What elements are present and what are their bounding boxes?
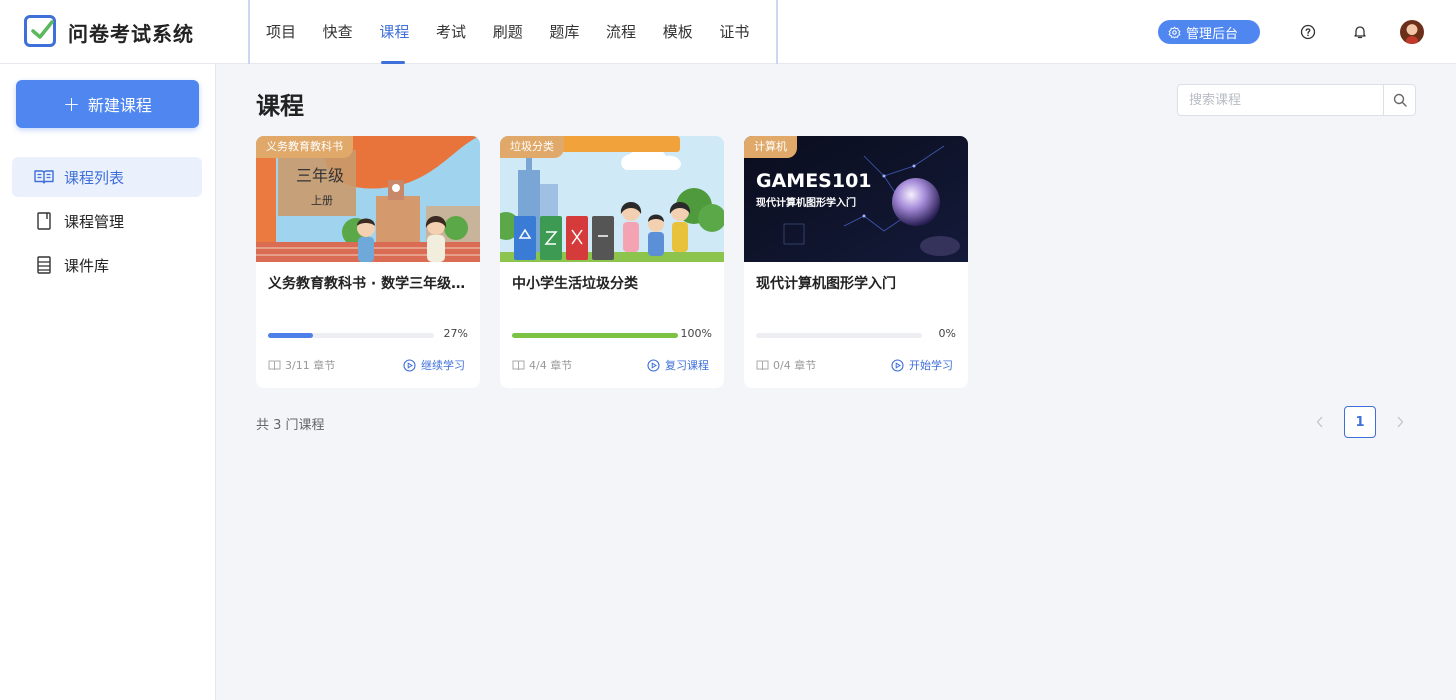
sidebar-item-label: 课程管理 xyxy=(64,212,125,231)
admin-console-label: 管理后台 xyxy=(1186,26,1239,42)
chevron-left-icon xyxy=(1316,416,1323,428)
open-book-icon xyxy=(34,170,54,184)
play-circle-icon xyxy=(403,358,416,372)
course-card[interactable]: GAMES101 现代计算机图形学入门 计算机 现代计算机图形学入门 0% 0/… xyxy=(744,136,968,388)
app-logo-checkbox-icon xyxy=(24,15,56,47)
nav-item-courses[interactable]: 课程 xyxy=(379,0,436,64)
review-course-button[interactable]: 复习课程 xyxy=(647,357,709,373)
chapter-count: 0/4 章节 xyxy=(756,357,816,373)
nav-item-projects[interactable]: 项目 xyxy=(266,0,323,64)
sidebar-item-courseware-library[interactable]: 课件库 xyxy=(12,245,202,285)
top-nav: 项目 快查 课程 考试 刷题 题库 流程 模板 证书 xyxy=(248,0,778,64)
help-icon[interactable] xyxy=(1298,22,1318,42)
book-icon xyxy=(756,360,769,370)
course-search xyxy=(1177,84,1416,116)
course-title: 现代计算机图形学入门 xyxy=(756,276,896,292)
progress-text: 0% xyxy=(938,327,956,340)
course-tag: 计算机 xyxy=(744,136,797,158)
chapter-count-text: 4/4 章节 xyxy=(529,359,573,372)
nav-item-certificates[interactable]: 证书 xyxy=(719,0,776,64)
new-course-button[interactable]: + 新建课程 xyxy=(16,80,199,128)
play-circle-icon xyxy=(891,358,904,372)
cover-text: 上册 xyxy=(311,194,333,207)
nav-item-practice[interactable]: 刷题 xyxy=(493,0,550,64)
user-avatar[interactable] xyxy=(1400,20,1424,44)
gear-icon xyxy=(1168,26,1181,38)
cover-text: GAMES101 xyxy=(756,170,872,192)
plus-icon: + xyxy=(63,92,80,116)
chapter-count-text: 3/11 章节 xyxy=(285,359,336,372)
course-total-count: 共 3 门课程 xyxy=(256,418,325,433)
search-icon xyxy=(1393,93,1407,107)
course-cover-image: GAMES101 现代计算机图形学入门 计算机 xyxy=(744,136,968,262)
sidebar-item-label: 课件库 xyxy=(64,256,110,275)
course-card[interactable]: 垃圾分类 中小学生活垃圾分类 100% 4/4 章节 复习课程 xyxy=(500,136,724,388)
course-title: 中小学生活垃圾分类 xyxy=(512,276,638,292)
chapter-count: 3/11 章节 xyxy=(268,357,335,373)
top-header: 问卷考试系统 项目 快查 课程 考试 刷题 题库 流程 模板 证书 管理后台 xyxy=(0,0,1456,64)
bell-icon[interactable] xyxy=(1350,22,1370,42)
document-list-icon xyxy=(37,256,51,274)
sidebar-item-course-management[interactable]: 课程管理 xyxy=(12,201,202,241)
play-circle-icon xyxy=(647,358,660,372)
cover-text: 三年级 xyxy=(296,166,345,185)
page-title: 课程 xyxy=(256,92,304,120)
book-icon xyxy=(512,360,525,370)
admin-console-button[interactable]: 管理后台 xyxy=(1158,20,1260,44)
progress-bar xyxy=(756,333,922,338)
continue-learning-button[interactable]: 继续学习 xyxy=(403,357,465,373)
start-learning-button[interactable]: 开始学习 xyxy=(891,357,953,373)
sidebar-item-course-list[interactable]: 课程列表 xyxy=(12,157,202,197)
progress-text: 27% xyxy=(443,327,468,340)
new-course-label: 新建课程 xyxy=(87,96,152,115)
book-icon xyxy=(268,360,281,370)
chevron-right-icon xyxy=(1397,416,1404,428)
nav-item-quick-check[interactable]: 快查 xyxy=(323,0,380,64)
action-label: 复习课程 xyxy=(665,359,709,372)
progress-fill xyxy=(512,333,678,338)
sidebar: + 新建课程 课程列表 课程管理 课件库 xyxy=(0,64,216,700)
nav-item-templates[interactable]: 模板 xyxy=(663,0,720,64)
action-label: 继续学习 xyxy=(421,359,465,372)
progress-text: 100% xyxy=(680,327,712,340)
course-tag: 义务教育教科书 xyxy=(256,136,353,158)
search-input[interactable] xyxy=(1178,85,1383,115)
notebook-icon xyxy=(37,212,51,230)
course-cover-image: 三年级 上册 义务教育教科书 xyxy=(256,136,480,262)
progress-bar xyxy=(268,333,434,338)
cover-text: 现代计算机图形学入门 xyxy=(756,198,856,209)
chapter-count: 4/4 章节 xyxy=(512,357,572,373)
course-title: 义务教育教科书 · 数学三年级上册 xyxy=(268,276,468,292)
app-title: 问卷考试系统 xyxy=(68,22,194,46)
pagination-prev-button[interactable] xyxy=(1304,406,1336,438)
action-label: 开始学习 xyxy=(909,359,953,372)
progress-bar xyxy=(512,333,678,338)
nav-item-question-bank[interactable]: 题库 xyxy=(549,0,606,64)
progress-fill xyxy=(268,333,313,338)
search-button[interactable] xyxy=(1383,85,1415,115)
course-card[interactable]: 三年级 上册 义务教育教科书 义务教育教科书 · 数学三年级上册 27% 3/1… xyxy=(256,136,480,388)
nav-item-workflow[interactable]: 流程 xyxy=(606,0,663,64)
pagination-page-1[interactable]: 1 xyxy=(1344,406,1376,438)
course-tag: 垃圾分类 xyxy=(500,136,564,158)
nav-item-exams[interactable]: 考试 xyxy=(436,0,493,64)
sidebar-item-label: 课程列表 xyxy=(64,168,125,187)
pagination-next-button[interactable] xyxy=(1384,406,1416,438)
chapter-count-text: 0/4 章节 xyxy=(773,359,817,372)
course-cover-image: 垃圾分类 xyxy=(500,136,724,262)
